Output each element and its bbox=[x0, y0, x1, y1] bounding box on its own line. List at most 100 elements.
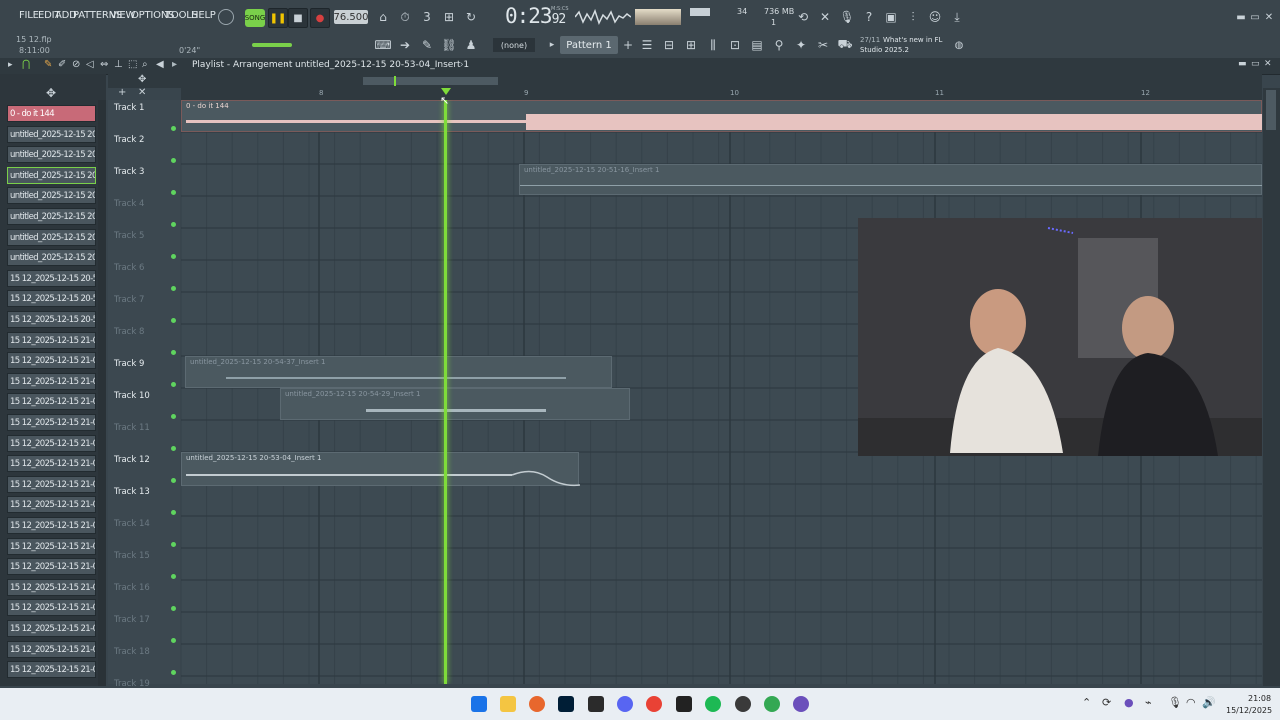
track-name[interactable]: Track 4 bbox=[114, 199, 144, 209]
browser-item[interactable]: untitled_2025-12-15 20-... bbox=[7, 125, 96, 143]
pause-button[interactable]: ❚❚ bbox=[268, 8, 288, 28]
tray-volume-icon[interactable]: 🔊 bbox=[1202, 696, 1216, 709]
stop-button[interactable]: ■ bbox=[288, 8, 308, 28]
pattern-selector[interactable]: Pattern 1 bbox=[560, 36, 618, 54]
step-edit-icon[interactable]: ⊞ bbox=[440, 8, 458, 26]
countdown-icon[interactable]: 3 bbox=[418, 8, 436, 26]
typing-keyboard-icon[interactable]: ⌨ bbox=[374, 36, 392, 54]
playlist-grid[interactable]: 0 - do it 144 untitled_2025-12-15 20-51-… bbox=[181, 100, 1262, 684]
mute-icon[interactable]: ◁ bbox=[86, 59, 94, 70]
vertical-scroll-thumb[interactable] bbox=[1266, 90, 1276, 130]
clip-track-10[interactable]: untitled_2025-12-15 20-54-29_Insert 1 bbox=[280, 388, 630, 420]
plugin-picker-icon[interactable]: ▤ bbox=[748, 36, 766, 54]
microphone-icon[interactable]: 🎙 bbox=[838, 8, 856, 26]
tray-network-icon[interactable]: ⌁ bbox=[1145, 696, 1152, 709]
timeline-ruler[interactable]: 8 9 10 11 12 bbox=[181, 88, 1262, 100]
track-name[interactable]: Track 17 bbox=[114, 615, 150, 625]
menu-file[interactable]: FILE bbox=[19, 10, 39, 21]
unity-icon[interactable] bbox=[588, 696, 604, 712]
loop-record-icon[interactable]: ↻ bbox=[462, 8, 480, 26]
target-icon[interactable]: ✥ bbox=[138, 74, 146, 85]
track-name[interactable]: Track 8 bbox=[114, 327, 144, 337]
stamp-icon[interactable]: ♟ bbox=[462, 36, 480, 54]
browser-item[interactable]: 15 12_2025-12-15 21-02... bbox=[7, 640, 96, 658]
browser-item[interactable]: 15 12_2025-12-15 20-57... bbox=[7, 290, 96, 308]
delete-icon[interactable]: ⊘ bbox=[72, 59, 80, 70]
browser-item[interactable]: 0 - do it 144 bbox=[7, 105, 96, 122]
slice-icon[interactable]: ⊥ bbox=[114, 59, 123, 70]
playhead[interactable] bbox=[444, 100, 447, 684]
track-mute-led[interactable] bbox=[171, 382, 176, 387]
record-button[interactable]: ● bbox=[310, 8, 330, 28]
horizontal-scrollbar[interactable] bbox=[363, 77, 498, 85]
track-name[interactable]: Track 18 bbox=[114, 647, 150, 657]
record-mode-icon[interactable] bbox=[218, 9, 234, 25]
add-track-icon[interactable]: + bbox=[118, 87, 126, 98]
news-subtitle[interactable]: Studio 2025.2 bbox=[860, 46, 909, 54]
track-mute-led[interactable] bbox=[171, 510, 176, 515]
pencil-icon[interactable]: ✎ bbox=[44, 59, 52, 70]
globe-icon[interactable]: ◍ bbox=[950, 36, 968, 54]
chrome-icon[interactable] bbox=[646, 696, 662, 712]
paint-icon[interactable]: ✐ bbox=[58, 59, 66, 70]
chat-icon[interactable]: ☺ bbox=[926, 8, 944, 26]
track-mute-led[interactable] bbox=[171, 638, 176, 643]
browser-item[interactable]: 15 12_2025-12-15 21-01... bbox=[7, 517, 96, 534]
draw-icon[interactable]: ✎ bbox=[418, 36, 436, 54]
slip-icon[interactable]: ⇔ bbox=[100, 59, 108, 70]
link-icon[interactable]: ⛓ bbox=[440, 36, 458, 54]
track-name[interactable]: Track 13 bbox=[114, 487, 150, 497]
browser-item[interactable]: 15 12_2025-12-15 21-00... bbox=[7, 372, 96, 390]
browser-item[interactable]: 15 12_2025-12-15 20-58... bbox=[7, 311, 96, 328]
clock-date[interactable]: 15/12/2025 bbox=[1226, 706, 1272, 715]
track-name[interactable]: Track 16 bbox=[114, 583, 150, 593]
overview-strip[interactable]: ✥ + ✕ bbox=[108, 74, 1262, 98]
browser-item[interactable]: untitled_2025-12-15 20-... bbox=[7, 166, 96, 184]
metronome-icon[interactable]: ⌂ bbox=[374, 8, 392, 26]
track-name[interactable]: Track 9 bbox=[114, 359, 144, 369]
track-mute-led[interactable] bbox=[171, 670, 176, 675]
browser-item[interactable]: 15 12_2025-12-15 21-02... bbox=[7, 661, 96, 679]
track-mute-led[interactable] bbox=[171, 158, 176, 163]
playlist-minimize-icon[interactable]: ▬ bbox=[1238, 59, 1247, 69]
mixer-window-icon[interactable]: ⫼ bbox=[704, 36, 722, 54]
close-icon[interactable]: ✕ bbox=[1260, 8, 1278, 26]
spotify-icon[interactable] bbox=[705, 696, 721, 712]
tray-sync-icon[interactable]: ⟳ bbox=[1102, 696, 1111, 709]
fl-studio-icon[interactable] bbox=[529, 696, 545, 712]
browser-scrollbar[interactable] bbox=[98, 100, 106, 686]
browser-item[interactable]: untitled_2025-12-15 20-... bbox=[7, 208, 96, 225]
track-mute-led[interactable] bbox=[171, 478, 176, 483]
track-mute-led[interactable] bbox=[171, 190, 176, 195]
snap-icon[interactable]: ➔ bbox=[396, 36, 414, 54]
tray-chevron-icon[interactable]: ⌃ bbox=[1082, 696, 1091, 709]
track-name[interactable]: Track 1 bbox=[114, 103, 144, 113]
browser-item[interactable]: 15 12_2025-12-15 21-01... bbox=[7, 434, 96, 452]
add-pattern-icon[interactable]: + bbox=[619, 36, 637, 54]
file-explorer-icon[interactable] bbox=[500, 696, 516, 712]
wait-input-icon[interactable]: ⏱ bbox=[396, 8, 414, 26]
tools-icon[interactable]: ✕ bbox=[816, 8, 834, 26]
browser-icon[interactable]: ⊡ bbox=[726, 36, 744, 54]
photoshop-icon[interactable] bbox=[558, 696, 574, 712]
obs-icon[interactable] bbox=[793, 696, 809, 712]
shop-icon[interactable]: ⛟ bbox=[836, 36, 854, 54]
download-icon[interactable]: ⤓ bbox=[948, 8, 966, 26]
track-mute-led[interactable] bbox=[171, 414, 176, 419]
browser-item[interactable]: 15 12_2025-12-15 21-02... bbox=[7, 599, 96, 617]
track-mute-led[interactable] bbox=[171, 126, 176, 131]
track-name[interactable]: Track 11 bbox=[114, 423, 150, 433]
clip-track-9[interactable]: untitled_2025-12-15 20-54-37_Insert 1 bbox=[185, 356, 612, 388]
track-mute-led[interactable] bbox=[171, 254, 176, 259]
track-name[interactable]: Track 6 bbox=[114, 263, 144, 273]
clip-track-12[interactable]: untitled_2025-12-15 20-53-04_Insert 1 bbox=[181, 452, 580, 487]
browser-item[interactable]: 15 12_2025-12-15 21-02... bbox=[7, 578, 96, 596]
browser-item[interactable]: untitled_2025-12-15 20-... bbox=[7, 228, 96, 246]
clip-tools-icon[interactable]: ✂ bbox=[814, 36, 832, 54]
browser-item[interactable]: 15 12_2025-12-15 21-01... bbox=[7, 455, 96, 473]
touch-controller-icon[interactable]: ✦ bbox=[792, 36, 810, 54]
track-name[interactable]: Track 10 bbox=[114, 391, 150, 401]
browser-item[interactable]: 15 12_2025-12-15 21-00... bbox=[7, 352, 96, 370]
browser-item[interactable]: 15 12_2025-12-15 21-01... bbox=[7, 414, 96, 431]
collapse-icon[interactable]: ✕ bbox=[138, 87, 146, 98]
